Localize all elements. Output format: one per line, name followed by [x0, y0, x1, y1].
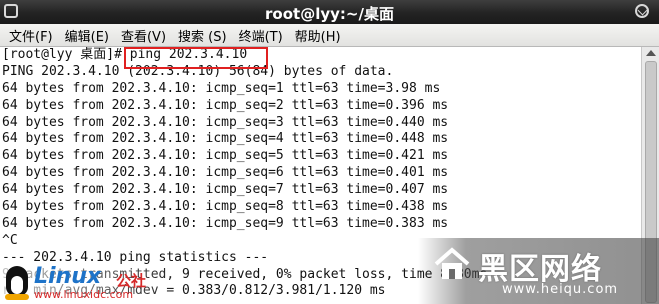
menu-view[interactable]: 查看(V) — [116, 26, 171, 45]
terminal-line: 64 bytes from 202.3.4.10: icmp_seq=6 ttl… — [2, 165, 449, 181]
terminal-line: 64 bytes from 202.3.4.10: icmp_seq=9 ttl… — [2, 215, 449, 231]
menu-edit[interactable]: 编辑(E) — [60, 26, 114, 45]
linux-watermark-url: www.linuxidc.com — [34, 288, 134, 301]
window-titlebar: root@lyy:~/桌面 — [0, 0, 659, 24]
close-icon[interactable] — [635, 4, 649, 18]
menu-bar: 文件(F) 编辑(E) 查看(V) 搜索 (S) 终端(T) 帮助(H) — [0, 24, 659, 47]
heiqu-watermark-url: www.heiqu.com — [502, 282, 619, 297]
terminal-prompt-line: [root@lyy 桌面]# ping 202.3.4.10 — [2, 47, 248, 62]
terminal-line: 64 bytes from 202.3.4.10: icmp_seq=3 ttl… — [2, 114, 449, 130]
scroll-up-icon[interactable] — [646, 50, 656, 56]
terminal-line: 64 bytes from 202.3.4.10: icmp_seq=8 ttl… — [2, 199, 449, 215]
menu-help[interactable]: 帮助(H) — [290, 26, 346, 45]
window-title: root@lyy:~/桌面 — [265, 5, 394, 23]
terminal-line: PING 202.3.4.10 (202.3.4.10) 56(84) byte… — [2, 63, 394, 79]
tux-penguin-icon — [4, 266, 30, 302]
terminal-line: 64 bytes from 202.3.4.10: icmp_seq=7 ttl… — [2, 182, 449, 198]
terminal-line: 64 bytes from 202.3.4.10: icmp_seq=2 ttl… — [2, 97, 449, 113]
linux-watermark-logo: Linux — [34, 264, 102, 289]
terminal-line: 64 bytes from 202.3.4.10: icmp_seq=4 ttl… — [2, 131, 449, 147]
terminal-line: 64 bytes from 202.3.4.10: icmp_seq=1 ttl… — [2, 80, 441, 96]
menu-search[interactable]: 搜索 (S) — [173, 26, 232, 45]
menu-file[interactable]: 文件(F) — [4, 26, 58, 45]
house-icon — [434, 247, 470, 279]
menu-terminal[interactable]: 终端(T) — [234, 26, 288, 45]
terminal-line: 64 bytes from 202.3.4.10: icmp_seq=5 ttl… — [2, 148, 449, 164]
